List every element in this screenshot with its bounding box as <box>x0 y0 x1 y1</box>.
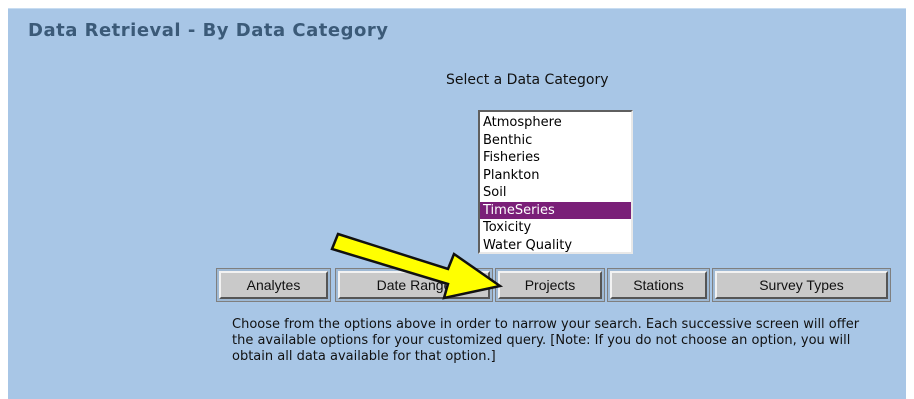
option-atmosphere[interactable]: Atmosphere <box>480 114 631 132</box>
survey-types-button[interactable]: Survey Types <box>715 271 888 299</box>
analytes-button[interactable]: Analytes <box>219 271 328 299</box>
page-title: Data Retrieval - By Data Category <box>28 20 389 41</box>
projects-button[interactable]: Projects <box>498 271 602 299</box>
option-soil[interactable]: Soil <box>480 184 631 202</box>
option-fisheries[interactable]: Fisheries <box>480 149 631 167</box>
category-prompt: Select a Data Category <box>446 72 609 88</box>
option-benthic[interactable]: Benthic <box>480 132 631 150</box>
stations-button[interactable]: Stations <box>610 271 707 299</box>
option-timeseries[interactable]: TimeSeries <box>480 201 631 219</box>
arrow-icon <box>330 232 504 300</box>
option-plankton[interactable]: Plankton <box>480 167 631 185</box>
help-text: Choose from the options above in order t… <box>232 317 860 364</box>
